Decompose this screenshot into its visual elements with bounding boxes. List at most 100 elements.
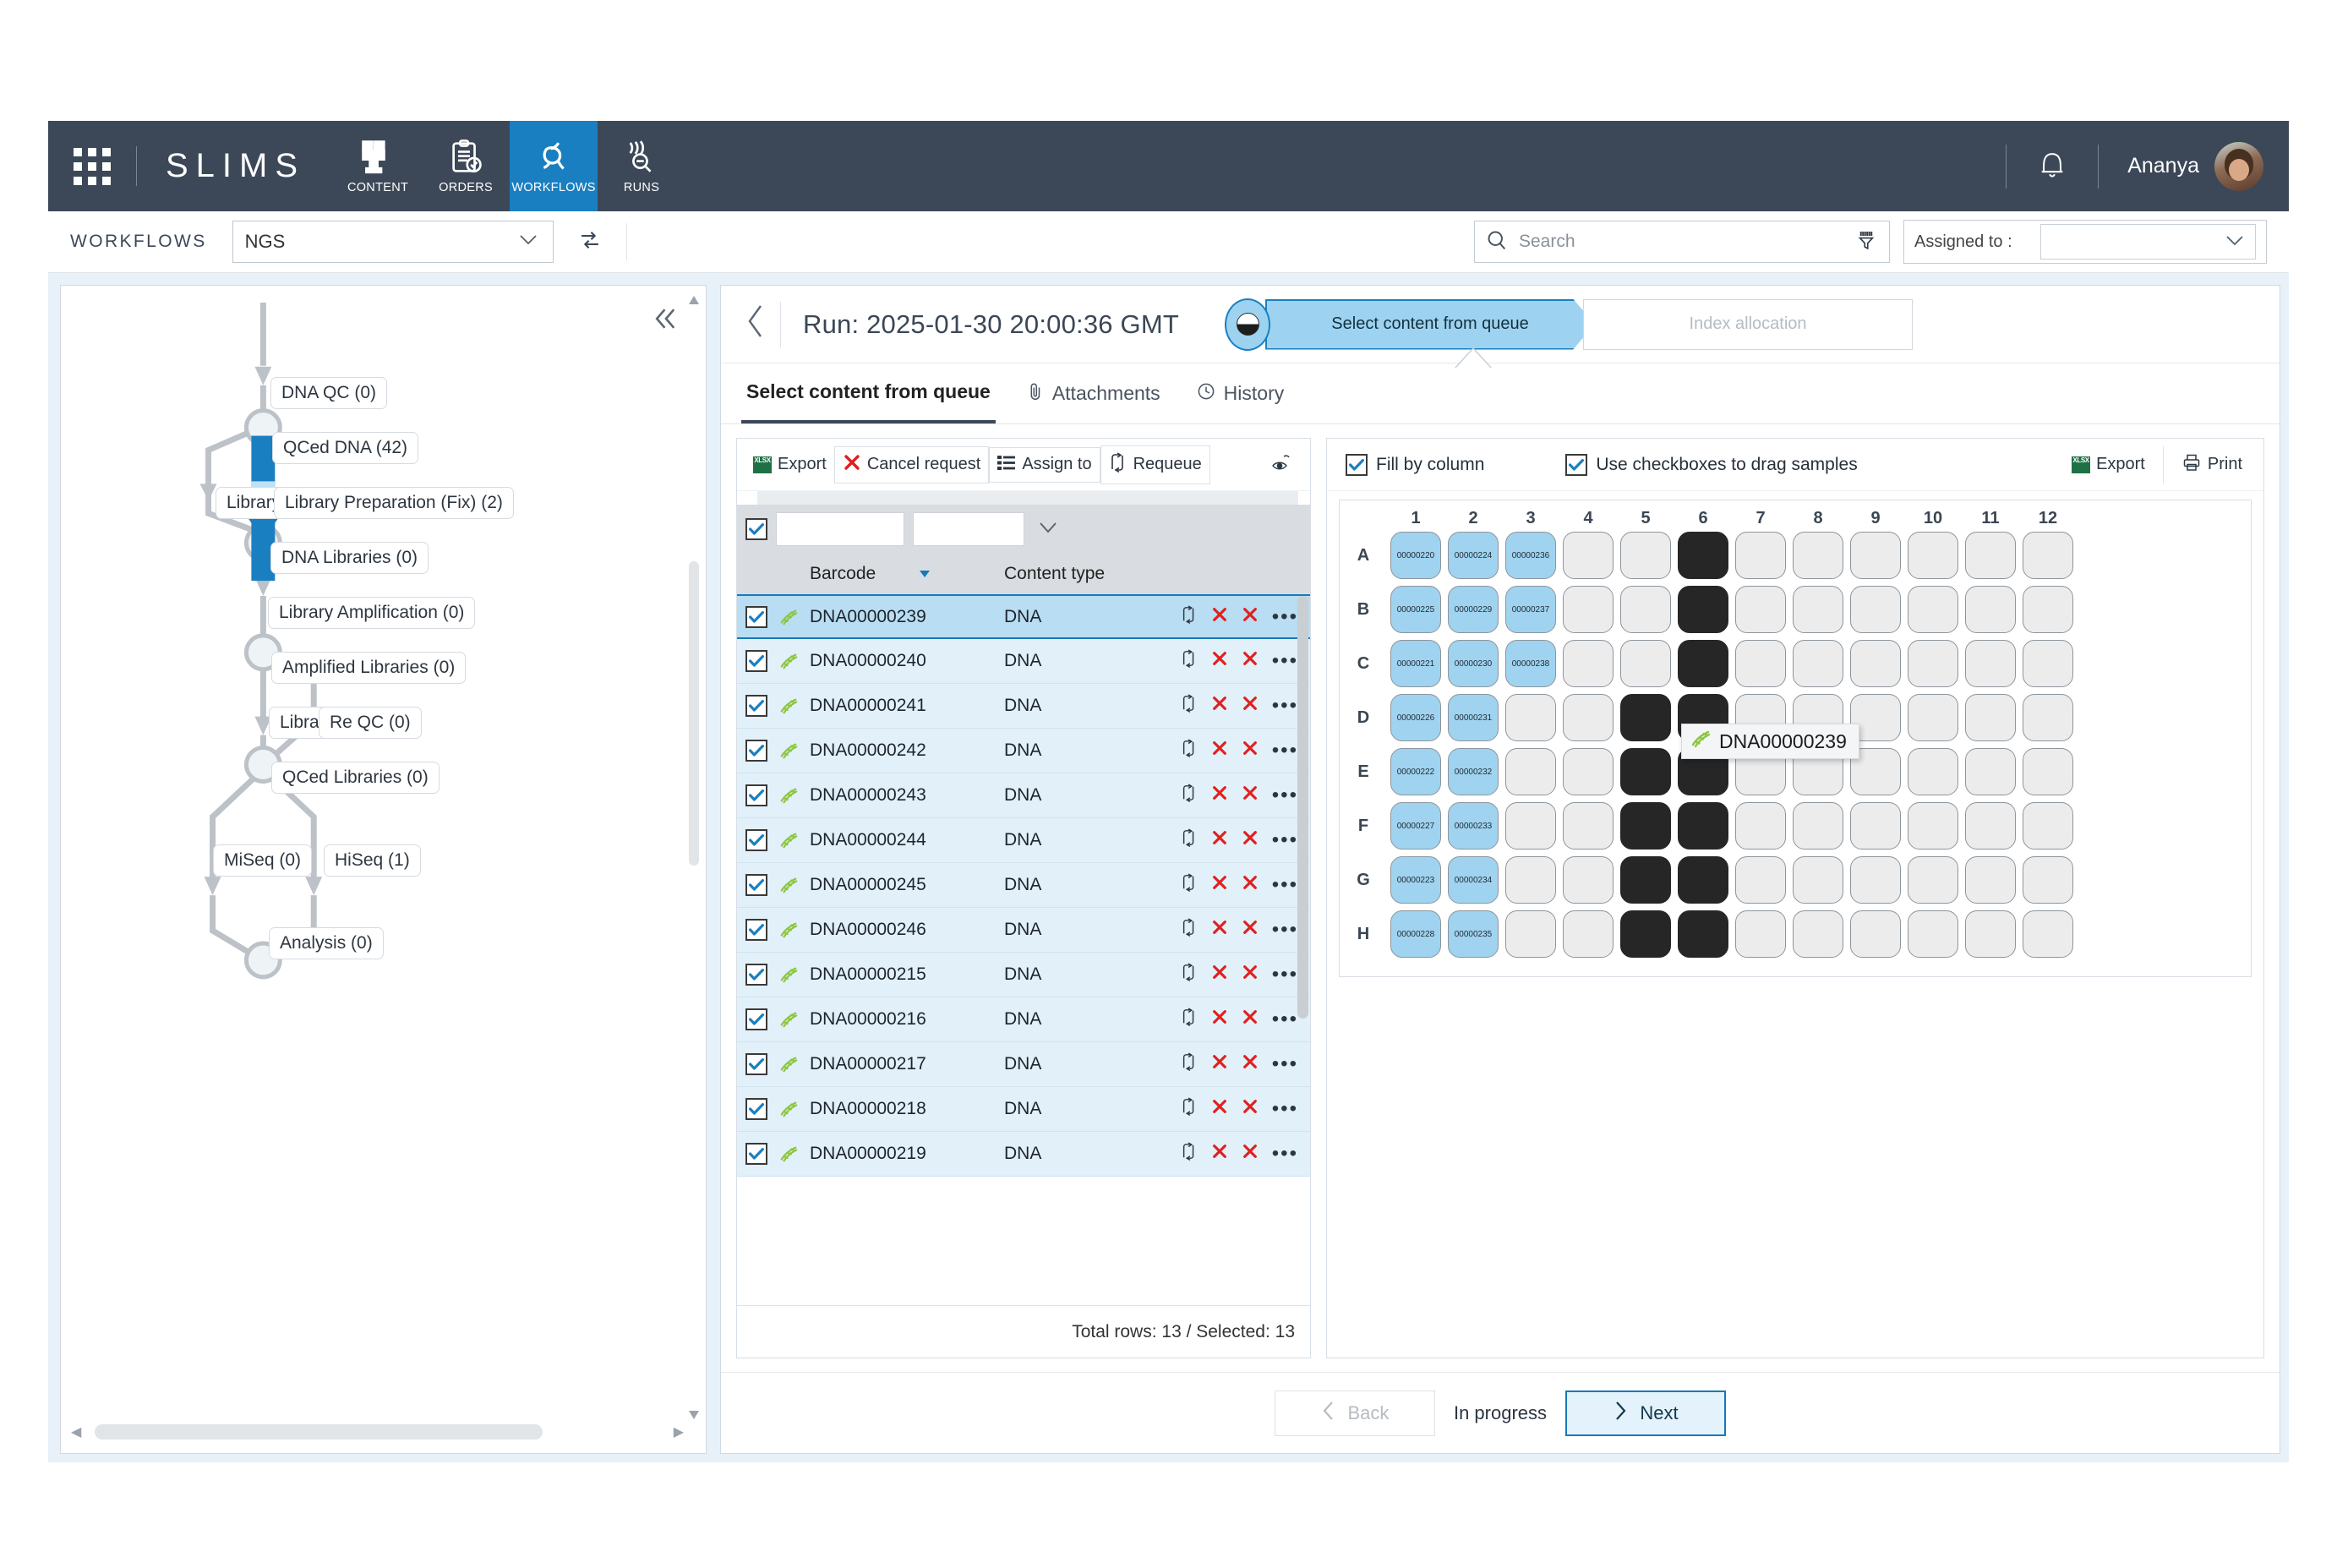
filter-content-type-input[interactable]: [913, 512, 1024, 546]
plate-well-B2[interactable]: 00000229: [1448, 586, 1499, 633]
row-more-dots-icon[interactable]: •••: [1272, 873, 1298, 897]
plate-well-B5[interactable]: [1620, 586, 1671, 633]
graph-node-dna-libraries[interactable]: DNA Libraries (0): [270, 542, 429, 574]
table-row[interactable]: DNA00000244 DNA •••: [737, 818, 1310, 863]
nav-item-workflows[interactable]: WORKFLOWS: [510, 121, 598, 211]
row-checkbox[interactable]: [745, 1008, 778, 1030]
plate-well-D11[interactable]: [1965, 694, 2016, 741]
scroll-right-arrow-icon[interactable]: ▶: [674, 1423, 684, 1440]
plate-well-F7[interactable]: [1735, 802, 1786, 850]
table-row[interactable]: DNA00000239 DNA •••: [737, 594, 1310, 639]
requeue-button[interactable]: Requeue: [1100, 445, 1210, 484]
plate-well-H8[interactable]: [1793, 910, 1843, 958]
row-remove-icon[interactable]: [1242, 695, 1259, 717]
row-remove-icon[interactable]: [1242, 1008, 1259, 1030]
use-checkboxes-checkbox[interactable]: [1565, 453, 1588, 476]
plate-well-H3[interactable]: [1505, 910, 1556, 958]
plate-well-H10[interactable]: [1908, 910, 1958, 958]
plate-well-H9[interactable]: [1850, 910, 1901, 958]
row-requeue-icon[interactable]: [1181, 694, 1198, 718]
plate-well-F10[interactable]: [1908, 802, 1958, 850]
plate-well-F8[interactable]: [1793, 802, 1843, 850]
table-row[interactable]: DNA00000240 DNA •••: [737, 639, 1310, 684]
tab-select-content-from-queue[interactable]: Select content from queue: [741, 363, 996, 423]
row-more-dots-icon[interactable]: •••: [1272, 1097, 1298, 1121]
plate-print-button[interactable]: Print: [2174, 446, 2250, 484]
plate-well-E2[interactable]: 00000232: [1448, 748, 1499, 795]
row-more-dots-icon[interactable]: •••: [1272, 784, 1298, 807]
table-scroll-thumb[interactable]: [1297, 596, 1308, 1019]
plate-well-G2[interactable]: 00000234: [1448, 856, 1499, 904]
row-cancel-icon[interactable]: [1211, 1008, 1228, 1030]
scroll-left-arrow-icon[interactable]: ◀: [71, 1423, 81, 1440]
scroll-up-arrow-icon[interactable]: [688, 294, 700, 304]
plate-well-F11[interactable]: [1965, 802, 2016, 850]
nav-item-runs[interactable]: RUNS: [598, 121, 685, 211]
plate-well-H6[interactable]: [1678, 910, 1728, 958]
plate-well-C5[interactable]: [1620, 640, 1671, 687]
search-input[interactable]: [1519, 232, 1854, 252]
plate-well-E1[interactable]: 00000222: [1390, 748, 1441, 795]
row-cancel-icon[interactable]: [1211, 606, 1228, 628]
plate-well-B6[interactable]: [1678, 586, 1728, 633]
row-requeue-icon[interactable]: [1181, 963, 1198, 986]
row-more-dots-icon[interactable]: •••: [1272, 1052, 1298, 1076]
row-cancel-icon[interactable]: [1211, 1053, 1228, 1075]
plate-well-A4[interactable]: [1563, 532, 1614, 579]
plate-well-A5[interactable]: [1620, 532, 1671, 579]
row-checkbox[interactable]: [745, 605, 778, 628]
next-button[interactable]: Next: [1565, 1390, 1727, 1436]
plate-well-B3[interactable]: 00000237: [1505, 586, 1556, 633]
plate-well-F9[interactable]: [1850, 802, 1901, 850]
scroll-thumb[interactable]: [689, 561, 699, 866]
use-checkboxes-option[interactable]: Use checkboxes to drag samples: [1565, 453, 1858, 476]
plate-well-C7[interactable]: [1735, 640, 1786, 687]
plate-well-H4[interactable]: [1563, 910, 1614, 958]
plate-well-H7[interactable]: [1735, 910, 1786, 958]
plate-well-A12[interactable]: [2023, 532, 2073, 579]
row-remove-icon[interactable]: [1242, 874, 1259, 896]
plate-well-G10[interactable]: [1908, 856, 1958, 904]
plate-well-B12[interactable]: [2023, 586, 2073, 633]
plate-well-C6[interactable]: [1678, 640, 1728, 687]
plate-well-D12[interactable]: [2023, 694, 2073, 741]
row-requeue-icon[interactable]: [1181, 873, 1198, 897]
graph-vertical-scrollbar[interactable]: [687, 296, 701, 1419]
plate-well-C1[interactable]: 00000221: [1390, 640, 1441, 687]
plate-well-H11[interactable]: [1965, 910, 2016, 958]
row-more-dots-icon[interactable]: •••: [1272, 649, 1298, 673]
plate-well-B1[interactable]: 00000225: [1390, 586, 1441, 633]
row-cancel-icon[interactable]: [1211, 784, 1228, 806]
row-more-dots-icon[interactable]: •••: [1272, 828, 1298, 852]
plate-well-B4[interactable]: [1563, 586, 1614, 633]
plate-well-B9[interactable]: [1850, 586, 1901, 633]
plate-well-C8[interactable]: [1793, 640, 1843, 687]
plate-well-D10[interactable]: [1908, 694, 1958, 741]
notifications-button[interactable]: [2035, 145, 2069, 187]
assigned-to-select[interactable]: [2040, 224, 2256, 260]
graph-node-library-amplification[interactable]: Library Amplification (0): [268, 597, 476, 629]
plate-well-G1[interactable]: 00000223: [1390, 856, 1441, 904]
row-more-dots-icon[interactable]: •••: [1272, 963, 1298, 986]
plate-well-B8[interactable]: [1793, 586, 1843, 633]
row-cancel-icon[interactable]: [1211, 874, 1228, 896]
row-requeue-icon[interactable]: [1181, 784, 1198, 807]
graph-node-hiseq[interactable]: HiSeq (1): [324, 844, 421, 877]
row-cancel-icon[interactable]: [1211, 1098, 1228, 1120]
row-requeue-icon[interactable]: [1181, 739, 1198, 762]
row-requeue-icon[interactable]: [1181, 1142, 1198, 1166]
plate-well-A3[interactable]: 00000236: [1505, 532, 1556, 579]
nav-item-content[interactable]: CONTENT: [334, 121, 422, 211]
table-row[interactable]: DNA00000246 DNA •••: [737, 908, 1310, 953]
assign-to-button[interactable]: Assign to: [989, 446, 1100, 483]
graph-node-dna-qc[interactable]: DNA QC (0): [270, 377, 388, 409]
graph-node-qced-dna[interactable]: QCed DNA (42): [272, 432, 419, 464]
plate-well-C9[interactable]: [1850, 640, 1901, 687]
table-row[interactable]: DNA00000216 DNA •••: [737, 997, 1310, 1042]
plate-well-E4[interactable]: [1563, 748, 1614, 795]
plate-well-A11[interactable]: [1965, 532, 2016, 579]
row-cancel-icon[interactable]: [1211, 650, 1228, 672]
row-remove-icon[interactable]: [1242, 964, 1259, 986]
column-header-barcode[interactable]: Barcode: [810, 564, 1004, 584]
row-more-dots-icon[interactable]: •••: [1272, 918, 1298, 942]
